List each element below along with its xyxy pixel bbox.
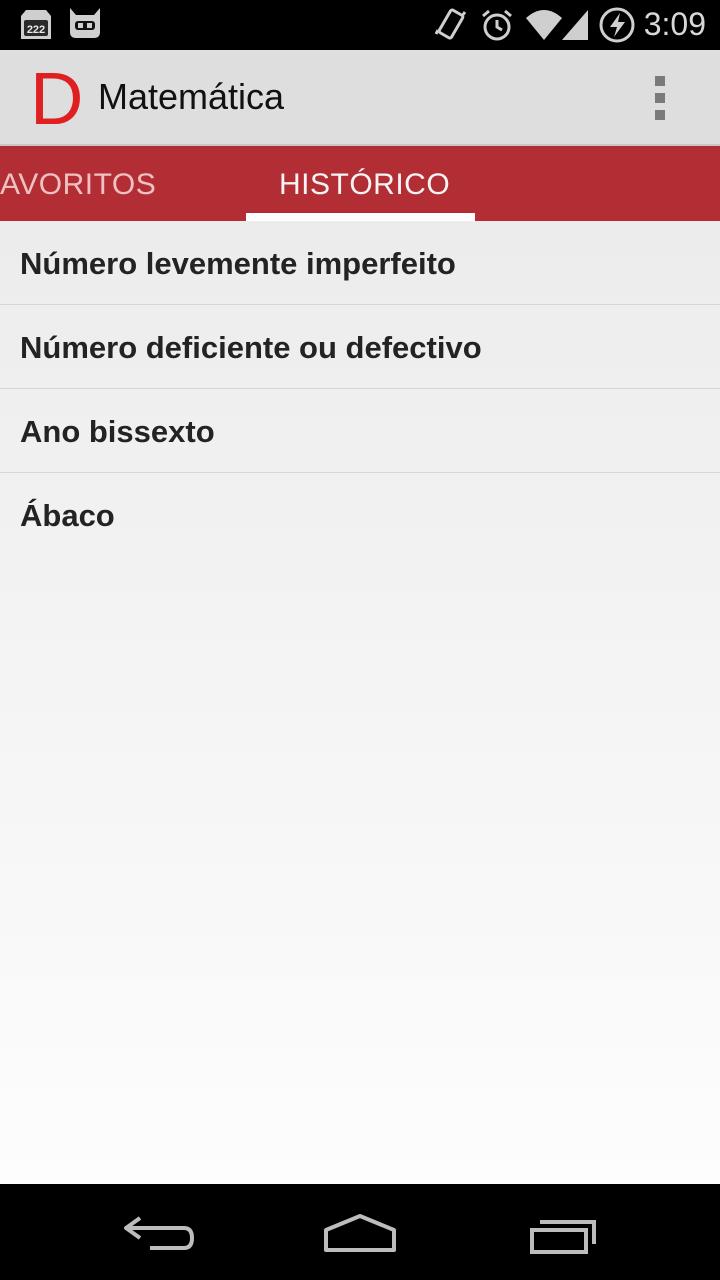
home-icon[interactable] bbox=[320, 1210, 400, 1260]
cyanogen-mod-icon bbox=[66, 6, 104, 44]
notification-222-icon: 222 bbox=[18, 8, 54, 46]
status-bar: 222 3:09 bbox=[0, 0, 720, 50]
cell-signal-icon bbox=[560, 8, 590, 46]
tab-bar: AVORITOS HISTÓRICO bbox=[0, 146, 720, 221]
vibrate-icon bbox=[434, 8, 468, 46]
wifi-icon bbox=[524, 8, 564, 46]
tab-favoritos[interactable]: AVORITOS bbox=[0, 146, 156, 221]
app-logo-icon[interactable]: D bbox=[30, 60, 83, 138]
history-list: Número levemente imperfeito Número defic… bbox=[0, 221, 720, 1184]
list-item[interactable]: Número deficiente ou defectivo bbox=[0, 305, 720, 389]
list-item[interactable]: Ano bissexto bbox=[0, 389, 720, 473]
list-item-label: Ábaco bbox=[20, 498, 115, 533]
tab-historico[interactable]: HISTÓRICO bbox=[279, 146, 450, 221]
navigation-bar bbox=[0, 1184, 720, 1280]
svg-text:222: 222 bbox=[27, 24, 45, 36]
back-icon[interactable] bbox=[120, 1212, 200, 1262]
alarm-icon bbox=[480, 8, 514, 46]
list-item[interactable]: Número levemente imperfeito bbox=[0, 221, 720, 305]
status-time: 3:09 bbox=[643, 6, 706, 42]
more-vert-icon[interactable] bbox=[640, 76, 680, 122]
list-item-label: Número deficiente ou defectivo bbox=[20, 330, 482, 365]
action-bar: D Matemática bbox=[0, 50, 720, 146]
recents-icon[interactable] bbox=[522, 1214, 602, 1264]
tab-indicator bbox=[246, 213, 475, 221]
list-item-label: Número levemente imperfeito bbox=[20, 246, 456, 281]
page-title: Matemática bbox=[98, 76, 285, 117]
battery-charging-icon bbox=[598, 6, 636, 48]
list-item[interactable]: Ábaco bbox=[0, 473, 720, 557]
list-item-label: Ano bissexto bbox=[20, 414, 215, 449]
